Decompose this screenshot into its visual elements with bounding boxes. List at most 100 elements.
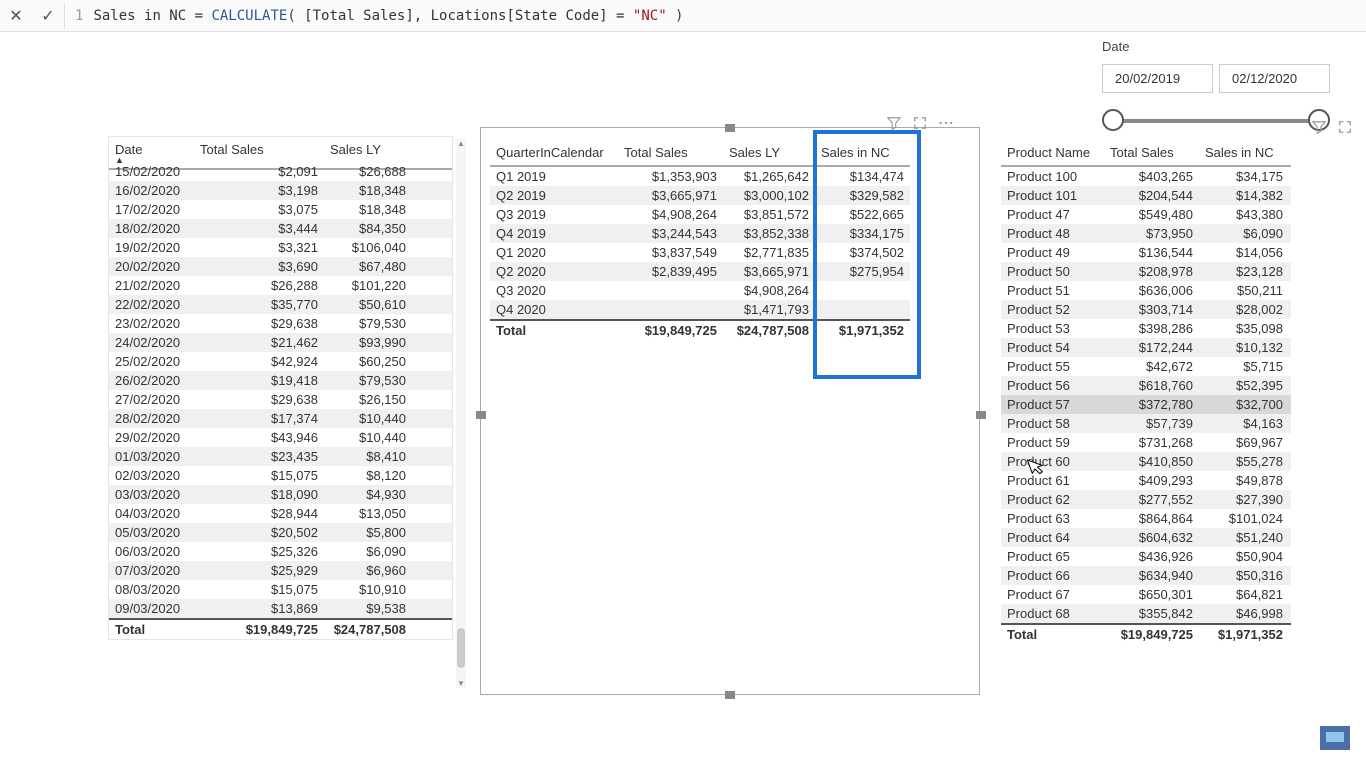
table-cell: $18,348 <box>324 200 412 219</box>
table-row[interactable]: Q1 2019$1,353,903$1,265,642$134,474 <box>490 167 910 186</box>
table-cell: 19/02/2020 <box>109 238 194 257</box>
column-header[interactable]: Sales in NC <box>815 140 910 165</box>
table-row[interactable]: 18/02/2020$3,444$84,350 <box>109 219 452 238</box>
column-header[interactable]: Total Sales <box>1104 140 1199 165</box>
table-row[interactable]: Product 67$650,301$64,821 <box>1001 585 1291 604</box>
slicer-end-input[interactable]: 02/12/2020 <box>1219 64 1330 93</box>
quarter-table-visual[interactable]: QuarterInCalendarTotal SalesSales LYSale… <box>490 140 910 340</box>
table-row[interactable]: 19/02/2020$3,321$106,040 <box>109 238 452 257</box>
table-cell: $51,240 <box>1199 528 1289 547</box>
table-row[interactable]: 16/02/2020$3,198$18,348 <box>109 181 452 200</box>
table-row[interactable]: 27/02/2020$29,638$26,150 <box>109 390 452 409</box>
column-header[interactable]: Sales in NC <box>1199 140 1289 165</box>
table-row[interactable]: Product 53$398,286$35,098 <box>1001 319 1291 338</box>
table-row[interactable]: Q2 2019$3,665,971$3,000,102$329,582 <box>490 186 910 205</box>
date-slicer[interactable]: Date 20/02/2019 02/12/2020 <box>1096 35 1336 135</box>
table-cell: $73,950 <box>1104 224 1199 243</box>
table-row[interactable]: Q2 2020$2,839,495$3,665,971$275,954 <box>490 262 910 281</box>
slicer-track[interactable] <box>1108 105 1324 135</box>
line-number: 1 <box>75 8 83 24</box>
filter-icon[interactable] <box>885 114 903 132</box>
report-canvas[interactable]: Date 20/02/2019 02/12/2020 Date▲Total Sa… <box>0 32 1366 768</box>
table-row[interactable]: Product 59$731,268$69,967 <box>1001 433 1291 452</box>
table-row[interactable]: Product 101$204,544$14,382 <box>1001 186 1291 205</box>
table-cell: $60,250 <box>324 352 412 371</box>
column-header[interactable]: QuarterInCalendar <box>490 140 618 165</box>
focus-mode-icon[interactable] <box>911 114 929 132</box>
table-row[interactable]: 09/03/2020$13,869$9,538 <box>109 599 452 618</box>
table-cell: 18/02/2020 <box>109 219 194 238</box>
table-row[interactable]: Product 64$604,632$51,240 <box>1001 528 1291 547</box>
table-row[interactable]: 01/03/2020$23,435$8,410 <box>109 447 452 466</box>
table-row[interactable]: 28/02/2020$17,374$10,440 <box>109 409 452 428</box>
table-row[interactable]: Q4 2019$3,244,543$3,852,338$334,175 <box>490 224 910 243</box>
table-cell: $522,665 <box>815 205 910 224</box>
table-row[interactable]: 29/02/2020$43,946$10,440 <box>109 428 452 447</box>
table-row[interactable]: Product 61$409,293$49,878 <box>1001 471 1291 490</box>
table-row[interactable]: 17/02/2020$3,075$18,348 <box>109 200 452 219</box>
table-row[interactable]: 06/03/2020$25,326$6,090 <box>109 542 452 561</box>
scroll-up-icon[interactable]: ▲ <box>456 138 466 148</box>
table-row[interactable]: Product 49$136,544$14,056 <box>1001 243 1291 262</box>
table-row[interactable]: 23/02/2020$29,638$79,530 <box>109 314 452 333</box>
more-options-icon[interactable]: ⋯ <box>937 114 955 132</box>
table-row[interactable]: 04/03/2020$28,944$13,050 <box>109 504 452 523</box>
table-cell: $134,474 <box>815 167 910 186</box>
table-row[interactable]: 15/02/2020$2,091$26,688 <box>109 162 452 181</box>
table-cell: Product 68 <box>1001 604 1104 623</box>
filter-icon[interactable] <box>1310 118 1328 136</box>
table-row[interactable]: Product 63$864,864$101,024 <box>1001 509 1291 528</box>
table-row[interactable]: Product 55$42,672$5,715 <box>1001 357 1291 376</box>
table-cell: $372,780 <box>1104 395 1199 414</box>
table-row[interactable]: Product 56$618,760$52,395 <box>1001 376 1291 395</box>
table-row[interactable]: Q4 2020$1,471,793 <box>490 300 910 319</box>
table-row[interactable]: 25/02/2020$42,924$60,250 <box>109 352 452 371</box>
table-row[interactable]: 24/02/2020$21,462$93,990 <box>109 333 452 352</box>
table-row[interactable]: Q1 2020$3,837,549$2,771,835$374,502 <box>490 243 910 262</box>
slicer-start-input[interactable]: 20/02/2019 <box>1102 64 1213 93</box>
table-row[interactable]: 22/02/2020$35,770$50,610 <box>109 295 452 314</box>
table-row[interactable]: 20/02/2020$3,690$67,480 <box>109 257 452 276</box>
formula-input[interactable]: 1 Sales in NC = CALCULATE( [Total Sales]… <box>65 8 1366 24</box>
table-row[interactable]: Product 47$549,480$43,380 <box>1001 205 1291 224</box>
date-table-scrollbar[interactable]: ▲ ▼ <box>456 138 466 688</box>
table-cell: $8,120 <box>324 466 412 485</box>
table-row[interactable]: Product 62$277,552$27,390 <box>1001 490 1291 509</box>
table-row[interactable]: Product 54$172,244$10,132 <box>1001 338 1291 357</box>
table-cell: 28/02/2020 <box>109 409 194 428</box>
slider-thumb-start[interactable] <box>1102 109 1124 131</box>
table-row[interactable]: 02/03/2020$15,075$8,120 <box>109 466 452 485</box>
table-row[interactable]: 05/03/2020$20,502$5,800 <box>109 523 452 542</box>
table-row[interactable]: Product 58$57,739$4,163 <box>1001 414 1291 433</box>
table-row[interactable]: Product 52$303,714$28,002 <box>1001 300 1291 319</box>
table-row[interactable]: Product 48$73,950$6,090 <box>1001 224 1291 243</box>
table-row[interactable]: Product 100$403,265$34,175 <box>1001 167 1291 186</box>
table-row[interactable]: Product 68$355,842$46,998 <box>1001 604 1291 623</box>
table-cell: $50,610 <box>324 295 412 314</box>
table-row[interactable]: Q3 2019$4,908,264$3,851,572$522,665 <box>490 205 910 224</box>
table-row[interactable]: 07/03/2020$25,929$6,960 <box>109 561 452 580</box>
table-row[interactable]: 26/02/2020$19,418$79,530 <box>109 371 452 390</box>
column-header[interactable]: Total Sales <box>618 140 723 165</box>
cancel-formula-button[interactable]: ✕ <box>0 0 32 32</box>
table-row[interactable]: 08/03/2020$15,075$10,910 <box>109 580 452 599</box>
table-row[interactable]: Product 60$410,850$55,278 <box>1001 452 1291 471</box>
column-header[interactable]: Product Name <box>1001 140 1104 165</box>
commit-formula-button[interactable]: ✓ <box>32 0 64 32</box>
table-row[interactable]: Product 50$208,978$23,128 <box>1001 262 1291 281</box>
table-row[interactable]: Product 65$436,926$50,904 <box>1001 547 1291 566</box>
column-header[interactable]: Sales LY <box>723 140 815 165</box>
table-row[interactable]: Q3 2020$4,908,264 <box>490 281 910 300</box>
table-row[interactable]: 03/03/2020$18,090$4,930 <box>109 485 452 504</box>
table-cell: $204,544 <box>1104 186 1199 205</box>
table-row[interactable]: Product 66$634,940$50,316 <box>1001 566 1291 585</box>
focus-mode-icon[interactable] <box>1336 118 1354 136</box>
date-table-visual[interactable]: Date▲Total SalesSales LY 15/02/2020$2,09… <box>108 136 453 640</box>
table-cell: $1,353,903 <box>618 167 723 186</box>
table-row[interactable]: Product 57$372,780$32,700 <box>1001 395 1291 414</box>
table-row[interactable]: Product 51$636,006$50,211 <box>1001 281 1291 300</box>
product-table-visual[interactable]: Product NameTotal SalesSales in NC Produ… <box>1001 140 1291 644</box>
table-row[interactable]: 21/02/2020$26,288$101,220 <box>109 276 452 295</box>
table-cell <box>618 300 723 319</box>
scroll-down-icon[interactable]: ▼ <box>456 678 466 688</box>
